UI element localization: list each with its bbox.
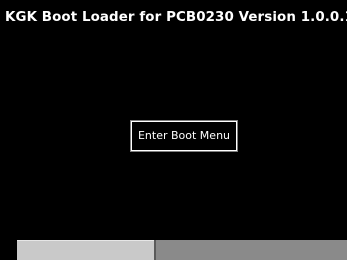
boot-loader-screen: KGK Boot Loader for PCB0230 Version 1.0.… bbox=[0, 0, 347, 260]
enter-boot-menu-button[interactable]: Enter Boot Menu bbox=[130, 120, 238, 152]
progress-bar bbox=[17, 240, 347, 260]
window-title: KGK Boot Loader for PCB0230 Version 1.0.… bbox=[5, 10, 347, 25]
progress-bar-fill bbox=[17, 240, 156, 260]
